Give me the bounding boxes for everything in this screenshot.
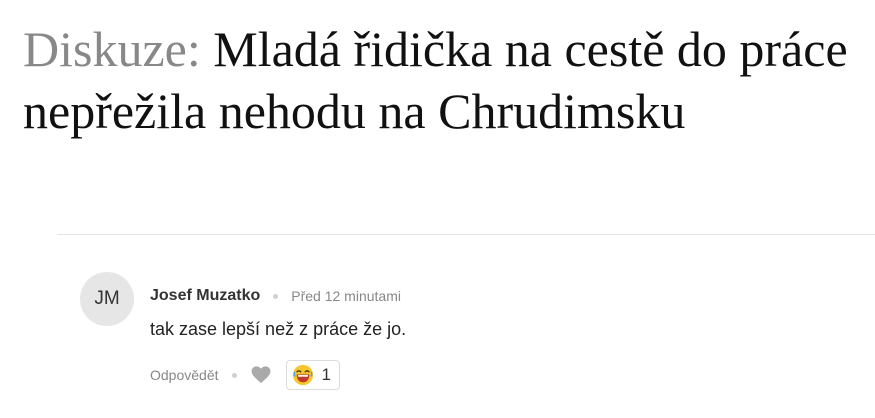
divider [57,234,875,235]
comment-author[interactable]: Josef Muzatko [150,287,260,305]
separator-dot [231,372,237,378]
comment: JM Josef Muzatko Před 12 minutami tak za… [80,272,860,402]
reaction-button[interactable]: 1 [285,360,340,390]
separator-dot [273,293,279,299]
laughing-emoji-icon [292,364,314,386]
heart-icon[interactable] [250,365,272,385]
reaction-count: 1 [321,365,331,384]
comment-text: tak zase lepší než z práce že jo. [150,319,407,339]
page-title: Diskuze: Mladá řidička na cestě do práce… [23,18,868,142]
comment-actions: Odpovědět 1 [150,360,340,390]
comment-timestamp: Před 12 minutami [291,288,401,304]
avatar[interactable]: JM [80,272,134,326]
discussion-label: Diskuze: [23,21,201,77]
reply-button[interactable]: Odpovědět [150,367,219,383]
comment-header: Josef Muzatko Před 12 minutami [150,287,401,305]
